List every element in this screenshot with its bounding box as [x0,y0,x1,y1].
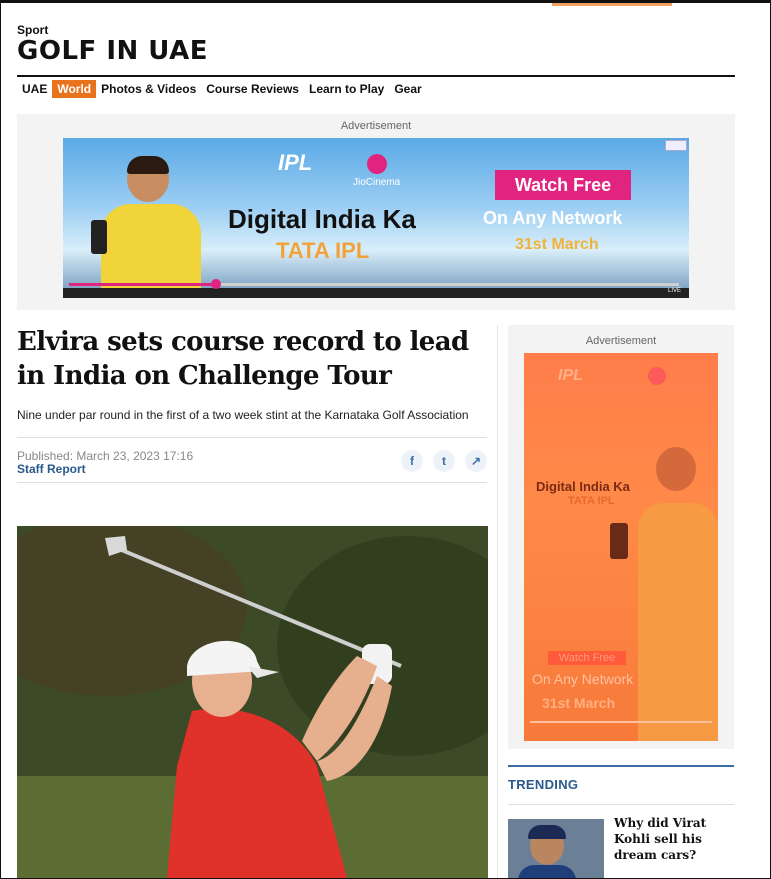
article-subhead: Nine under par round in the first of a t… [17,408,469,422]
page-frame: Sport GOLF IN UAE UAE World Photos & Vid… [0,0,771,879]
trending-item[interactable]: Why did Virat Kohli sell his dream cars? [508,815,734,878]
ad-network-text: On Any Network [483,208,623,228]
published-date: Published: March 23, 2023 17:16 [17,449,194,463]
sidebar-ipl-banner-ad[interactable]: IPL Digital India Ka TATA IPL Watch Free… [524,353,718,741]
ad-person-image [610,447,718,741]
trending-item-title[interactable]: Why did Virat Kohli sell his dream cars? [614,815,734,863]
ad-subheadline: TATA IPL [568,495,615,507]
article-headline: Elvira sets course record to lead in Ind… [17,327,469,391]
ad-date-text: 31st March [515,236,599,253]
nav-item-learn-to-play[interactable]: Learn to Play [304,80,389,98]
ad-person-image [91,156,206,298]
ipl-logo: IPL [278,150,313,175]
facebook-icon[interactable]: f [401,450,423,472]
top-advertisement: Advertisement IPL JioCinema Digital Indi… [17,114,735,310]
ad-subheadline: TATA IPL [276,238,370,263]
ad-live-badge: LIVE [667,288,681,294]
ad-date-text: 31st March [542,695,616,711]
article: Elvira sets course record to lead in Ind… [17,325,487,483]
nav-item-photos-videos[interactable]: Photos & Videos [96,80,201,98]
divider [508,804,734,805]
ad-player-bar [63,288,689,298]
section-label[interactable]: Sport [17,23,208,37]
site-header: Sport GOLF IN UAE [17,23,208,64]
sidebar: Advertisement IPL Digital India Ka TATA … [508,325,734,878]
twitter-icon[interactable]: t [433,450,455,472]
ad-progress-knob[interactable] [211,279,221,289]
section-nav: UAE World Photos & Videos Course Reviews… [17,80,427,98]
nav-item-world[interactable]: World [52,80,97,98]
header-rule [17,75,735,77]
trending-heading: TRENDING [508,777,579,792]
nav-item-course-reviews[interactable]: Course Reviews [201,80,304,98]
ad-network-text: On Any Network [532,671,634,687]
site-title[interactable]: GOLF IN UAE [17,38,208,64]
ad-headline: Digital India Ka [228,204,416,234]
ad-progress-track [530,721,712,723]
jiocinema-icon [648,367,666,385]
nav-item-uae[interactable]: UAE [17,80,52,98]
nav-item-gear[interactable]: Gear [389,80,426,98]
trending-thumbnail[interactable] [508,819,604,878]
article-hero-image[interactable] [17,526,488,878]
watch-free-button[interactable]: Watch Free [495,170,631,200]
top-accent-line [552,3,672,6]
divider [17,482,487,483]
trending-rule [508,765,734,767]
column-divider [497,325,498,878]
golfer-illustration [17,526,488,878]
watch-free-button[interactable]: Watch Free [548,651,626,665]
ad-label: Advertisement [340,120,412,132]
ipl-banner-ad[interactable]: IPL JioCinema Digital India Ka TATA IPL … [63,138,689,298]
article-meta: Published: March 23, 2023 17:16 Staff Re… [17,438,487,482]
jiocinema-logo: JioCinema [353,154,400,188]
ad-headline: Digital India Ka [536,479,630,494]
ad-progress-fill [69,283,217,286]
share-buttons: f t ↗ [401,450,487,472]
ad-label: Advertisement [585,335,657,347]
adchoices-icon[interactable] [665,140,687,151]
author-link[interactable]: Staff Report [17,462,86,476]
ipl-logo: IPL [558,367,583,384]
share-icon[interactable]: ↗ [465,450,487,472]
sidebar-advertisement: Advertisement IPL Digital India Ka TATA … [508,325,734,749]
jiocinema-icon [366,154,387,174]
